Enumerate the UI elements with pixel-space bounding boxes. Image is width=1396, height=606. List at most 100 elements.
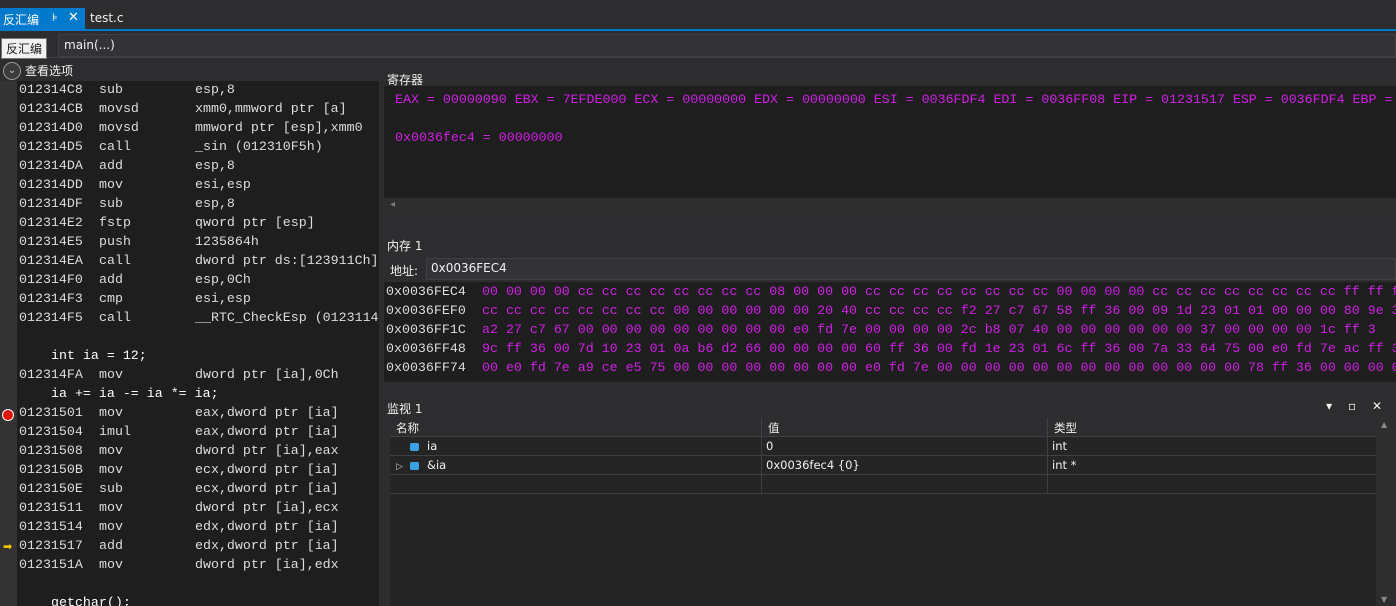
scroll-left-icon[interactable]: ◂ bbox=[390, 199, 395, 210]
view-options-label[interactable]: 查看选项 bbox=[25, 62, 73, 79]
horizontal-scrollbar[interactable]: ◂ bbox=[384, 198, 1396, 214]
tab-disassembly[interactable]: 反汇编 ⊧ ✕ bbox=[0, 8, 85, 29]
indicator-margin[interactable] bbox=[0, 81, 17, 606]
column-header-type[interactable]: 类型 bbox=[1048, 418, 1376, 436]
memory-bytes: 00 00 00 00 cc cc cc cc cc cc cc cc 08 0… bbox=[482, 284, 1396, 299]
breakpoint-icon[interactable] bbox=[2, 409, 14, 421]
panel-window-controls-icon[interactable]: ▾ ▫ ✕ bbox=[1326, 399, 1388, 413]
watch-empty-value bbox=[762, 475, 1048, 493]
watch-name: &ia bbox=[427, 458, 447, 472]
disassembly-line[interactable]: 01231504 imul eax,dword ptr [ia] bbox=[19, 424, 379, 443]
column-header-name[interactable]: 名称 bbox=[390, 418, 762, 436]
address-input[interactable]: 0x0036FEC4 bbox=[426, 258, 1396, 280]
watch-name: ia bbox=[427, 439, 438, 453]
instruction-address: 012314C8 bbox=[19, 82, 83, 97]
disassembly-line[interactable]: 012314F5 call __RTC_CheckEsp (0123114 bbox=[19, 310, 379, 329]
source-line[interactable] bbox=[19, 329, 379, 348]
memory-row[interactable]: 0x0036FF74 00 e0 fd 7e a9 ce e5 75 00 00 … bbox=[386, 360, 1396, 375]
instruction-opcode: mov bbox=[99, 557, 123, 572]
instruction-address: 0123151A bbox=[19, 557, 83, 572]
disassembly-line[interactable]: 01231508 mov dword ptr [ia],eax bbox=[19, 443, 379, 462]
instruction-address: 012314E5 bbox=[19, 234, 83, 249]
disassembly-line[interactable]: 0123150E sub ecx,dword ptr [ia] bbox=[19, 481, 379, 500]
disassembly-line[interactable]: 012314DF sub esp,8 bbox=[19, 196, 379, 215]
disassembly-line[interactable]: 012314E5 push 1235864h bbox=[19, 234, 379, 253]
scroll-down-icon[interactable]: ▼ bbox=[1381, 595, 1387, 604]
instruction-opcode: mov bbox=[99, 367, 123, 382]
pin-icon[interactable]: ⊧ bbox=[52, 11, 58, 24]
watch-empty-row[interactable] bbox=[390, 475, 1376, 494]
disassembly-line[interactable]: 01231511 mov dword ptr [ia],ecx bbox=[19, 500, 379, 519]
watch-value[interactable]: 0 bbox=[762, 437, 1048, 455]
source-line[interactable]: ia += ia -= ia *= ia; bbox=[19, 386, 379, 405]
vertical-scrollbar[interactable]: ▲ ▼ bbox=[1378, 418, 1392, 606]
chevron-down-icon[interactable]: ⌄ bbox=[3, 62, 21, 80]
memory-row[interactable]: 0x0036FEF0 cc cc cc cc cc cc cc cc 00 00 … bbox=[386, 303, 1396, 318]
source-line[interactable] bbox=[19, 576, 379, 595]
disassembly-line[interactable]: 012314F3 cmp esi,esp bbox=[19, 291, 379, 310]
instruction-address: 012314E2 bbox=[19, 215, 83, 230]
close-icon[interactable]: ✕ bbox=[68, 10, 79, 25]
instruction-operands: edx,dword ptr [ia] bbox=[195, 519, 339, 534]
instruction-address: 012314DA bbox=[19, 158, 83, 173]
disassembly-line[interactable]: 012314FA mov dword ptr [ia],0Ch bbox=[19, 367, 379, 386]
instruction-opcode: add bbox=[99, 538, 123, 553]
disassembly-line[interactable]: 012314D5 call _sin (012310F5h) bbox=[19, 139, 379, 158]
watch-empty-name[interactable] bbox=[390, 475, 762, 493]
watch-row[interactable]: ia 0 int bbox=[390, 437, 1376, 456]
disassembly-line[interactable]: 012314F0 add esp,0Ch bbox=[19, 272, 379, 291]
disassembly-line[interactable]: 0123151A mov dword ptr [ia],edx bbox=[19, 557, 379, 576]
memory-panel: 内存 1 地址: 0x0036FEC4 0x0036FEC4 00 00 00 0… bbox=[382, 232, 1396, 382]
watch-title: 监视 1 bbox=[387, 402, 423, 416]
memory-row[interactable]: 0x0036FEC4 00 00 00 00 cc cc cc cc cc cc … bbox=[386, 284, 1396, 299]
instruction-opcode: sub bbox=[99, 481, 123, 496]
source-line[interactable]: int ia = 12; bbox=[19, 348, 379, 367]
watch-value[interactable]: 0x0036fec4 {0} bbox=[762, 456, 1048, 474]
watch-grid[interactable]: 名称 值 类型 ia 0 int ▷ &ia 0x0036fec4 {0} int… bbox=[390, 418, 1376, 606]
instruction-opcode: mov bbox=[99, 177, 123, 192]
instruction-opcode: push bbox=[99, 234, 131, 249]
registers-panel: 寄存器 EAX = 00000090 EBX = 7EFDE000 ECX = … bbox=[382, 68, 1396, 216]
disassembly-line[interactable]: 012314DA add esp,8 bbox=[19, 158, 379, 177]
disassembly-line[interactable]: 012314EA call dword ptr ds:[123911Ch] bbox=[19, 253, 379, 272]
memory-row[interactable]: 0x0036FF48 9c ff 36 00 7d 10 23 01 0a b6 … bbox=[386, 341, 1396, 356]
instruction-address: 01231504 bbox=[19, 424, 83, 439]
instruction-address: 01231508 bbox=[19, 443, 83, 458]
memory-bytes: a2 27 c7 67 00 00 00 00 00 00 00 00 00 e… bbox=[482, 322, 1376, 337]
instruction-address: 012314CB bbox=[19, 101, 83, 116]
function-dropdown[interactable]: main(...) bbox=[58, 34, 1396, 57]
watch-type: int bbox=[1052, 439, 1067, 453]
memory-row[interactable]: 0x0036FF1C a2 27 c7 67 00 00 00 00 00 00 … bbox=[386, 322, 1396, 337]
watch-row[interactable]: ▷ &ia 0x0036fec4 {0} int * bbox=[390, 456, 1376, 475]
instruction-operands: esp,0Ch bbox=[195, 272, 251, 287]
instruction-opcode: fstp bbox=[99, 215, 131, 230]
memory-address: 0x0036FEC4 bbox=[386, 284, 466, 299]
disassembly-line[interactable]: 012314C8 sub esp,8 bbox=[19, 82, 379, 101]
disassembly-line[interactable]: 01231514 mov edx,dword ptr [ia] bbox=[19, 519, 379, 538]
instruction-opcode: imul bbox=[99, 424, 131, 439]
disassembly-line[interactable]: 01231501 mov eax,dword ptr [ia] bbox=[19, 405, 379, 424]
variable-icon bbox=[410, 442, 419, 451]
memory-content[interactable]: 0x0036FEC4 00 00 00 00 cc cc cc cc cc cc … bbox=[384, 282, 1396, 382]
source-text: getchar(); bbox=[51, 595, 131, 606]
instruction-opcode: call bbox=[99, 253, 131, 268]
tab-test-c[interactable]: test.c bbox=[90, 11, 123, 25]
disassembly-view[interactable]: 012314C8 sub esp,8 012314CB movsd xmm0,mmword… bbox=[0, 81, 379, 606]
column-header-value[interactable]: 值 bbox=[762, 418, 1048, 436]
instruction-opcode: sub bbox=[99, 196, 123, 211]
instruction-opcode: mov bbox=[99, 500, 123, 515]
disassembly-line[interactable]: 012314CB movsd xmm0,mmword ptr [a] bbox=[19, 101, 379, 120]
scroll-up-icon[interactable]: ▲ bbox=[1381, 420, 1387, 429]
disassembly-line[interactable]: 012314DD mov esi,esp bbox=[19, 177, 379, 196]
instruction-address: 012314D5 bbox=[19, 139, 83, 154]
registers-line: EAX = 00000090 EBX = 7EFDE000 ECX = 0000… bbox=[395, 92, 1393, 107]
expand-triangle-icon[interactable]: ▷ bbox=[396, 462, 410, 472]
disassembly-line[interactable]: 012314D0 movsd mmword ptr [esp],xmm0 bbox=[19, 120, 379, 139]
disassembly-line[interactable]: 01231517 add edx,dword ptr [ia] bbox=[19, 538, 379, 557]
disassembly-line[interactable]: 012314E2 fstp qword ptr [esp] bbox=[19, 215, 379, 234]
registers-content[interactable]: EAX = 00000090 EBX = 7EFDE000 ECX = 0000… bbox=[384, 86, 1396, 198]
source-line[interactable]: getchar(); bbox=[19, 595, 379, 606]
watch-address-line: 0x0036fec4 = 00000000 bbox=[395, 130, 563, 145]
instruction-operands: _sin (012310F5h) bbox=[195, 139, 323, 154]
disassembly-line[interactable]: 0123150B mov ecx,dword ptr [ia] bbox=[19, 462, 379, 481]
